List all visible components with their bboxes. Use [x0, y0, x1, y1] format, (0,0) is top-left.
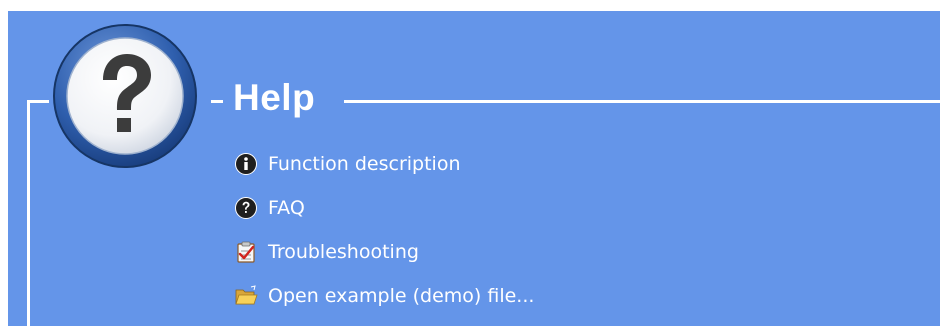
menu-item-label: Troubleshooting	[268, 241, 419, 263]
menu-item-open-example[interactable]: Open example (demo) file...	[234, 274, 534, 318]
menu-item-label: FAQ	[268, 197, 305, 219]
menu-item-label: Function description	[268, 153, 461, 175]
panel-title: Help	[233, 77, 316, 118]
menu-item-faq[interactable]: FAQ	[234, 186, 534, 230]
question-icon	[234, 196, 258, 220]
panel-border-right-segment	[344, 100, 940, 103]
menu-item-label: Open example (demo) file...	[268, 285, 535, 307]
info-icon	[234, 152, 258, 176]
folder-open-icon	[234, 284, 258, 308]
menu-item-function-description[interactable]: Function description	[234, 142, 534, 186]
panel-border-left-segment	[27, 100, 49, 103]
help-menu: Function description FAQ Troubleshooting…	[234, 142, 534, 318]
menu-item-troubleshooting[interactable]: Troubleshooting	[234, 230, 534, 274]
checklist-icon	[234, 240, 258, 264]
panel-border-vertical	[27, 100, 30, 326]
help-panel: Help Function description FAQ Troublesho…	[8, 11, 940, 326]
help-question-icon	[51, 22, 199, 170]
panel-border-mid-segment	[211, 100, 223, 103]
